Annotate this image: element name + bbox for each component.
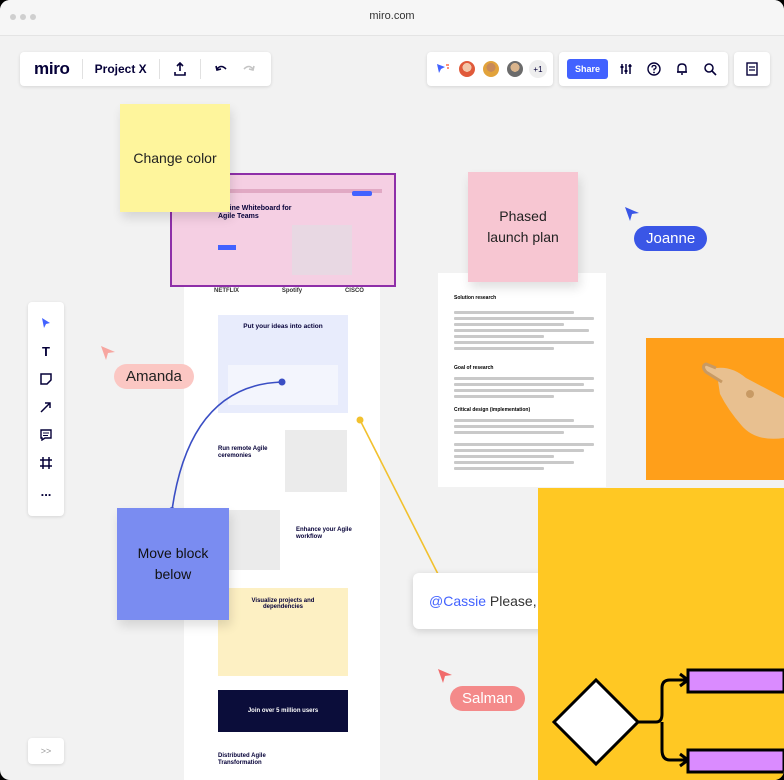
flowchart-diagram bbox=[551, 668, 784, 774]
cursor-pointer-icon bbox=[625, 207, 639, 221]
sticky-note[interactable]: Change color bbox=[120, 104, 230, 212]
expand-label: >> bbox=[40, 746, 52, 756]
cursor-name-tag: Amanda bbox=[114, 364, 194, 389]
diagram-panel[interactable] bbox=[538, 488, 784, 780]
process-box-shape bbox=[686, 668, 784, 694]
expand-panel-button[interactable]: >> bbox=[28, 738, 64, 764]
comment-mention[interactable]: @Cassie bbox=[429, 593, 486, 609]
sticky-text: Move block below bbox=[137, 545, 209, 582]
cursor-name-tag: Salman bbox=[450, 686, 525, 711]
sticky-note[interactable]: Move block below bbox=[117, 508, 229, 620]
sticky-text: Phased launch plan bbox=[487, 208, 559, 245]
cursor-pointer-icon bbox=[438, 669, 452, 683]
sticky-text: Change color bbox=[133, 150, 217, 166]
process-box-shape bbox=[686, 748, 784, 774]
sticky-note[interactable]: Phased launch plan bbox=[468, 172, 578, 282]
cursor-pointer-icon bbox=[101, 346, 115, 360]
browser-window: miro.com miro Project X +1 Share T ... O… bbox=[0, 0, 784, 780]
cursor-name-tag: Joanne bbox=[634, 226, 708, 251]
decision-diamond-shape bbox=[551, 677, 641, 767]
comment-text: Please, bbox=[486, 593, 537, 609]
